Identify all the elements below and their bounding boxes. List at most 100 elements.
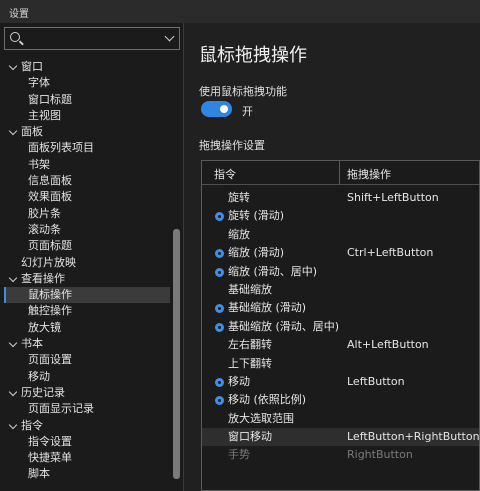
tree-item-label: 幻灯片放映 [21,255,76,269]
command-cell: 缩放 (滑动) [228,246,285,260]
tree-item-label: 历史记录 [21,385,65,399]
command-cell: 移动 [228,374,250,388]
section-label: 拖拽操作设置 [199,139,265,152]
drag-operation-cell[interactable]: Ctrl+LeftButton [347,244,433,262]
scrollbar-thumb[interactable] [173,229,180,479]
table-row[interactable]: 基础缩放 [202,281,479,299]
tree-item[interactable]: 快捷菜单 [0,450,170,466]
page-title: 鼠标拖拽操作 [199,45,307,66]
tree-item[interactable]: 胶片条 [0,206,170,222]
tree-item-label: 页面标题 [28,239,72,253]
gear-icon [215,377,224,387]
tree-item[interactable]: 页面显示记录 [0,401,170,417]
tree-item-label: 书本 [21,337,43,351]
table-row[interactable]: 缩放 (滑动) Ctrl+LeftButton [202,244,479,262]
tree-item-label: 面板 [21,125,43,139]
tree-item[interactable]: 页面标题 [0,238,170,254]
sidebar-scrollbar[interactable] [172,51,181,483]
gear-icon [215,322,224,332]
tree-item[interactable]: 面板列表项目 [0,140,170,156]
tree-item[interactable]: 触控操作 [0,303,170,319]
tree-item[interactable]: 字体 [0,75,170,91]
toggle-knob [220,105,228,113]
table-row[interactable]: 移动 (依照比例) [202,391,479,409]
tree-item[interactable]: 信息面板 [0,173,170,189]
tree-item-label: 字体 [28,76,50,90]
tree-group[interactable]: 查看操作 [0,271,170,287]
title-bar: 设置 [0,0,480,23]
table-row[interactable]: 放大选取范围 [202,410,479,428]
column-divider[interactable] [339,161,340,185]
table-row[interactable]: 基础缩放 (滑动) [202,299,479,317]
chevron-down-icon[interactable] [8,420,18,429]
table-row[interactable]: 手势 RightButton [202,446,479,464]
drag-operations-table: 指令 拖拽操作 旋转 Shift+LeftButton 旋转 (滑动) 缩放缩放 (滑… [201,160,480,491]
tree-item[interactable]: 滚动条 [0,222,170,238]
table-row[interactable]: 基础缩放 (滑动、居中) [202,318,479,336]
search-icon [10,32,20,42]
toggle-state-text: 开 [242,105,253,118]
chevron-down-icon[interactable] [8,61,18,71]
tree-group[interactable]: 历史记录 [0,385,170,401]
tree-item[interactable]: 页面设置 [0,352,170,368]
tree-item[interactable]: 移动 [0,369,170,385]
tree-item[interactable]: 主视图 [0,108,170,124]
table-header: 指令 拖拽操作 [202,161,479,185]
tree-item-label: 鼠标操作 [28,288,72,302]
table-row[interactable]: 缩放 (滑动、居中) [202,263,479,281]
search-box[interactable] [4,27,180,50]
chevron-down-icon[interactable] [8,126,18,136]
column-header-command[interactable]: 指令 [214,166,236,182]
gear-icon [215,212,224,222]
tree-group[interactable]: 面板 [0,124,170,140]
command-cell: 上下翻转 [228,356,272,370]
command-cell: 旋转 [228,191,250,204]
window-title: 设置 [9,9,29,20]
tree-group[interactable]: 书本 [0,336,170,352]
table-row[interactable]: 旋转 Shift+LeftButton [202,189,479,207]
command-cell: 基础缩放 (滑动、居中) [228,319,340,333]
command-cell: 窗口移动 [228,430,272,444]
gear-icon [215,249,224,259]
tree-group[interactable]: 幻灯片放映 [0,255,170,271]
chevron-down-icon[interactable] [8,387,18,397]
drag-operation-cell[interactable]: Shift+LeftButton [347,189,439,207]
tree-item[interactable]: 效果面板 [0,189,170,205]
search-input[interactable] [25,30,155,47]
table-row[interactable]: 窗口移动 LeftButton+RightButton [202,428,479,447]
tree-item[interactable]: 鼠标操作 [4,287,170,304]
gear-icon [215,396,224,406]
table-row[interactable]: 缩放 [202,226,479,244]
drag-operation-cell[interactable]: LeftButton+RightButton [347,428,479,446]
drag-operation-cell[interactable]: LeftButton [347,373,405,391]
command-cell: 手势 [228,448,250,462]
column-header-drag-operation[interactable]: 拖拽操作 [347,166,391,182]
chevron-down-icon[interactable] [164,31,175,42]
command-cell: 旋转 (滑动) [228,209,285,223]
table-row[interactable]: 左右翻转 Alt+LeftButton [202,336,479,354]
command-cell: 缩放 (滑动、居中) [228,264,318,278]
tree-item[interactable]: 窗口标题 [0,92,170,108]
tree-item-label: 主视图 [28,108,61,122]
tree-group[interactable]: 窗口 [0,59,170,75]
chevron-down-icon[interactable] [8,273,18,283]
mouse-drag-toggle[interactable] [201,101,232,117]
table-rows: 旋转 Shift+LeftButton 旋转 (滑动) 缩放缩放 (滑动) Ctrl+L… [202,189,479,465]
tree-item-label: 页面显示记录 [28,402,94,416]
tree-group[interactable]: 指令 [0,418,170,434]
tree-item[interactable]: 指令设置 [0,434,170,450]
table-row[interactable]: 上下翻转 [202,355,479,373]
tree-item[interactable]: 放大镜 [0,320,170,336]
chevron-down-icon[interactable] [8,338,18,348]
tree-item-label: 信息面板 [28,174,72,188]
table-row[interactable]: 旋转 (滑动) [202,207,479,225]
drag-operation-cell[interactable]: RightButton [347,446,413,464]
table-row[interactable]: 移动 LeftButton [202,373,479,391]
gear-icon [215,267,224,277]
drag-operation-cell[interactable]: Alt+LeftButton [347,336,429,354]
command-cell: 基础缩放 (滑动) [228,301,307,315]
tree-item[interactable]: 脚本 [0,466,170,482]
tree-item-label: 移动 [28,369,50,383]
command-cell: 缩放 [228,227,250,241]
tree-item[interactable]: 书架 [0,157,170,173]
